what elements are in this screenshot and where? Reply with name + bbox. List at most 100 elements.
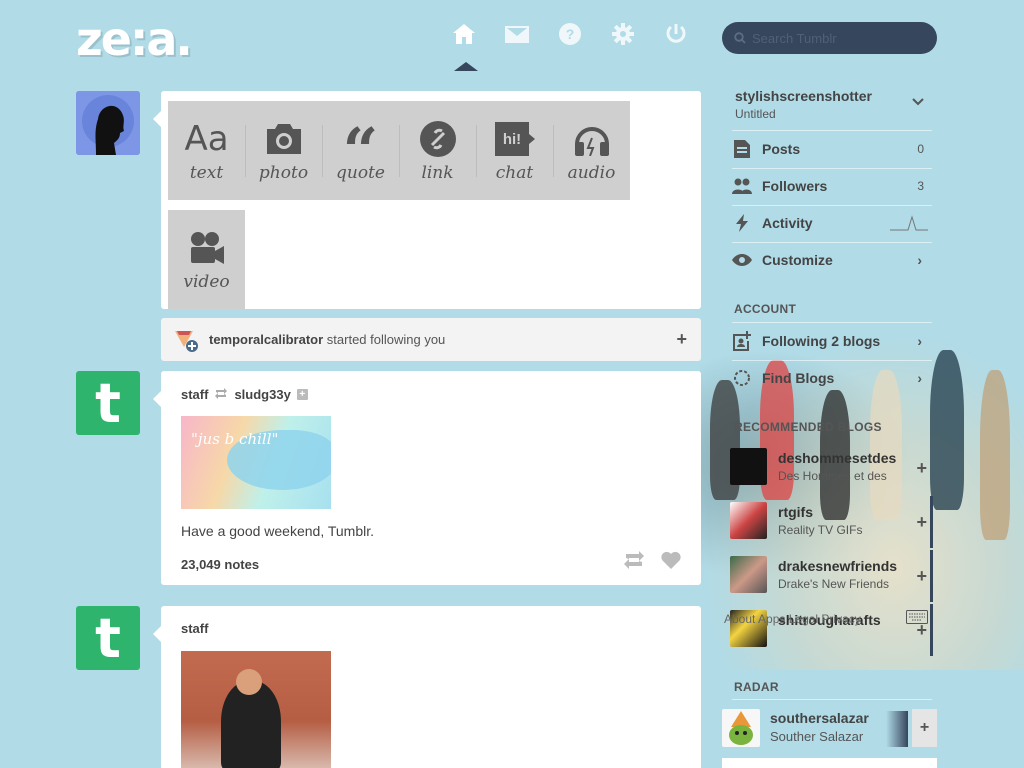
link-icon xyxy=(419,119,456,159)
radar-post-preview xyxy=(722,758,937,768)
image-overlay-text: "jus b chill" xyxy=(191,430,279,448)
scroll-indicator xyxy=(930,604,933,656)
blog-switcher[interactable]: stylishscreenshotter Untitled xyxy=(735,88,872,121)
scroll-indicator xyxy=(930,550,933,602)
chevron-right-icon: › xyxy=(917,333,922,349)
recommended-blog-name: deshommesetdes xyxy=(778,450,897,466)
post-type-photo-button[interactable]: photo xyxy=(245,101,322,200)
sidebar-item-customize[interactable]: Customize › xyxy=(732,242,932,278)
radar-preview xyxy=(886,711,908,747)
activity-icon xyxy=(732,213,752,233)
dancer-head xyxy=(236,669,262,695)
recommended-header: RECOMMENDED BLOGS xyxy=(734,420,882,434)
post-actions xyxy=(623,551,681,569)
follow-notification[interactable]: temporalcalibrator started following you… xyxy=(161,318,701,361)
sidebar-item-followers[interactable]: Followers 3 xyxy=(732,168,932,204)
post-type-link-button[interactable]: link xyxy=(399,101,476,200)
blog-thumbnail xyxy=(730,556,767,593)
sidebar-item-label: Following 2 blogs xyxy=(762,333,881,349)
sidebar-item-posts[interactable]: Posts 0 xyxy=(732,131,932,167)
reblog-button[interactable] xyxy=(623,551,645,569)
post-image[interactable] xyxy=(181,651,331,768)
camera-icon xyxy=(265,119,303,159)
post-caption: Have a good weekend, Tumblr. xyxy=(181,523,375,539)
sidebar-item-label: Activity xyxy=(762,215,813,231)
recommended-blog-desc: Drake's New Friends xyxy=(778,577,889,591)
reblogged-from[interactable]: sludg33y xyxy=(234,387,290,402)
post-type-chat-button[interactable]: hi! chat xyxy=(476,101,553,200)
headphones-icon xyxy=(573,119,611,159)
post-author[interactable]: staff xyxy=(181,621,208,636)
gear-icon[interactable] xyxy=(611,22,635,46)
follow-button[interactable]: + xyxy=(916,512,927,533)
follow-button[interactable]: + xyxy=(912,709,937,747)
post-type-label: quote xyxy=(336,162,385,183)
post-type-quote-button[interactable]: “ quote xyxy=(322,101,399,200)
staff-avatar[interactable]: t xyxy=(76,371,140,435)
sidebar-item-count: 3 xyxy=(917,179,924,193)
follow-plus-icon[interactable]: + xyxy=(296,388,308,400)
post-type-video-button[interactable]: video xyxy=(168,210,245,309)
notification-message: started following you xyxy=(326,332,446,347)
sidebar: stylishscreenshotter Untitled Posts 0 Fo… xyxy=(722,82,937,768)
power-icon[interactable] xyxy=(664,22,688,46)
eye-icon xyxy=(732,250,752,270)
post-author[interactable]: staff xyxy=(181,387,208,402)
chevron-right-icon: › xyxy=(917,252,922,268)
search-input[interactable] xyxy=(752,30,922,46)
radar-blog-desc: Souther Salazar xyxy=(770,729,864,744)
sidebar-item-count: 0 xyxy=(917,142,924,156)
post-card: staff sludg33y + "jus b chill" Have a go… xyxy=(153,371,701,585)
sidebar-item-label: Posts xyxy=(762,141,801,157)
staff-avatar[interactable]: t xyxy=(76,606,140,670)
posts-icon xyxy=(732,139,752,159)
post-type-label: photo xyxy=(258,162,309,183)
notification-user[interactable]: temporalcalibrator xyxy=(209,332,323,347)
post-type-bar: Aa text photo “ quote link hi! chat audi… xyxy=(168,101,630,200)
search-icon xyxy=(734,32,746,44)
quote-icon: “ xyxy=(342,113,379,187)
post-header: staff sludg33y + xyxy=(181,386,308,402)
follow-button[interactable]: + xyxy=(916,458,927,479)
scroll-indicator xyxy=(930,496,933,548)
blog-name: stylishscreenshotter xyxy=(735,88,872,104)
account-header: ACCOUNT xyxy=(734,302,797,316)
recommended-blog[interactable]: drakesnewfriends Drake's New Friends + xyxy=(730,550,935,602)
recommended-blog[interactable]: deshommesetdes Des Hommes et des + xyxy=(730,448,935,488)
footer-links[interactable]: About Apps Legal Privacy xyxy=(724,612,861,626)
follow-button[interactable]: + xyxy=(916,566,927,587)
user-avatar[interactable] xyxy=(76,91,140,155)
sidebar-item-following[interactable]: Following 2 blogs › xyxy=(732,323,932,359)
follow-back-button[interactable]: + xyxy=(676,329,687,350)
help-icon[interactable]: ? xyxy=(558,22,582,46)
recommended-blog[interactable]: rtgifs Reality TV GIFs + xyxy=(730,496,935,548)
radar-blog-name: southersalazar xyxy=(770,710,869,726)
post-image[interactable]: "jus b chill" xyxy=(181,416,331,509)
keyboard-icon[interactable] xyxy=(906,610,928,624)
post-type-audio-button[interactable]: audio xyxy=(553,101,630,200)
followers-icon xyxy=(732,176,752,196)
sidebar-item-find-blogs[interactable]: Find Blogs › xyxy=(732,360,932,396)
search-bar[interactable] xyxy=(722,22,937,54)
svg-text:?: ? xyxy=(566,26,575,42)
post-type-label: link xyxy=(421,162,454,183)
post-type-label: chat xyxy=(495,162,534,183)
post-card: staff xyxy=(153,606,701,768)
post-notes[interactable]: 23,049 notes xyxy=(181,557,259,572)
follower-avatar[interactable] xyxy=(173,327,199,353)
like-heart-button[interactable] xyxy=(661,551,681,569)
chevron-down-icon[interactable] xyxy=(912,98,924,106)
logo[interactable]: ze:a. xyxy=(76,12,193,66)
recommended-blog-name: drakesnewfriends xyxy=(778,558,898,574)
active-nav-caret xyxy=(454,62,478,71)
sidebar-item-activity[interactable]: Activity xyxy=(732,205,932,241)
chevron-right-icon: › xyxy=(917,370,922,386)
activity-sparkline xyxy=(890,215,928,231)
home-icon[interactable] xyxy=(452,22,476,46)
radar-blog[interactable]: southersalazar Souther Salazar + xyxy=(722,709,937,751)
following-icon xyxy=(732,331,752,351)
blog-thumbnail xyxy=(730,448,767,485)
post-type-label: audio xyxy=(567,162,616,183)
mail-icon[interactable] xyxy=(505,22,529,46)
post-type-text-button[interactable]: Aa text xyxy=(168,101,245,200)
